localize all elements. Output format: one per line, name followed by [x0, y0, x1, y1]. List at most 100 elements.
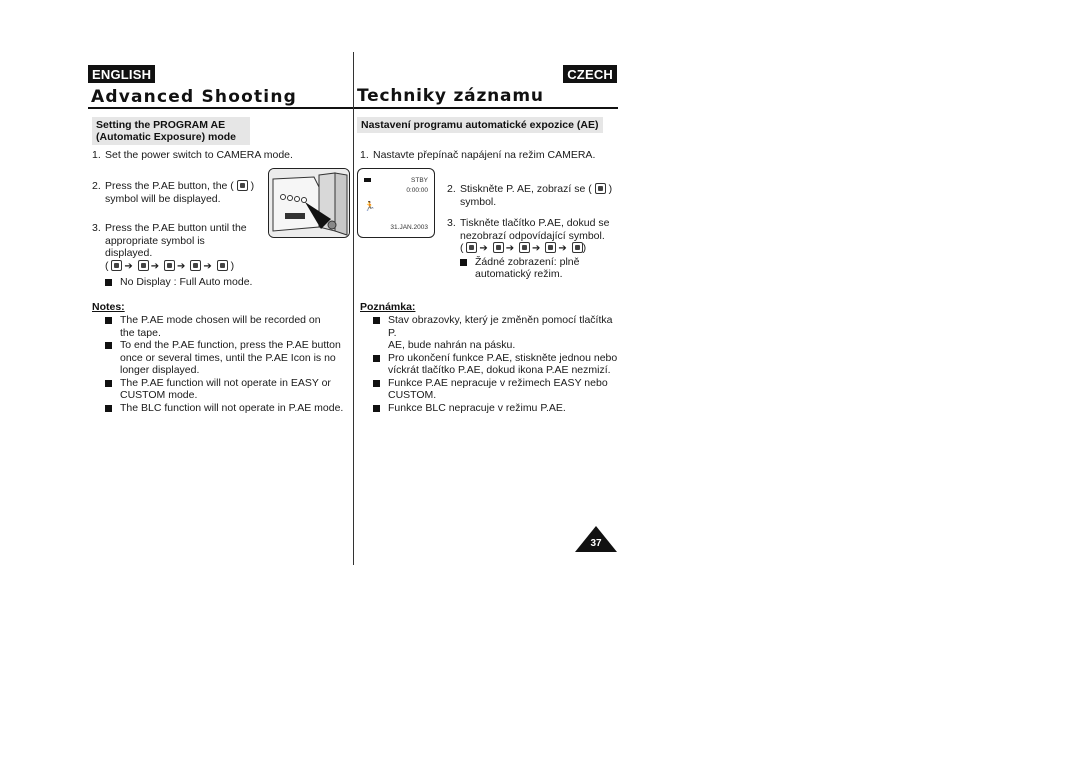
sports-mode-icon [236, 180, 248, 191]
bullet-text: automatický režim. [475, 268, 563, 280]
note-text: The P.AE mode chosen will be recorded on [120, 314, 321, 326]
page-number-marker: 37 [575, 526, 617, 552]
sand-snow-mode-icon [545, 242, 557, 253]
arrow-icon: ➔ [532, 243, 541, 254]
lcd-date: 31.JAN.2003 [390, 224, 428, 231]
arrow-icon: ➔ [124, 261, 133, 272]
sports-mode-icon [466, 242, 478, 253]
step-text: symbol. [460, 195, 497, 208]
paren-close: ) [230, 260, 235, 272]
note-text: The P.AE function will not operate in EA… [120, 376, 331, 389]
step-text: ) [250, 180, 255, 192]
step-text: nezobrazí odpovídající symbol. [460, 229, 605, 242]
note-item: Pro ukončení funkce P.AE, stiskněte jedn… [373, 352, 623, 377]
note-text: víckrát tlačítko P.AE, dokud ikona P.AE … [388, 364, 611, 376]
arrow-icon: ➔ [177, 261, 186, 272]
bullet-icon [105, 404, 112, 412]
step-number: 3. [447, 217, 456, 229]
step-number: 1. [360, 149, 369, 161]
bullet-icon [460, 258, 467, 266]
step-text: Press the P.AE button, the ( [105, 180, 234, 192]
notes-list-czech: Stav obrazovky, který je změněn pomocí t… [373, 314, 623, 414]
paren-open: ( [460, 242, 464, 254]
note-text: Stav obrazovky, který je změněn pomocí t… [388, 314, 613, 339]
paren-open: ( [105, 260, 109, 272]
note-text: the tape. [120, 326, 161, 339]
note-text: Funkce BLC nepracuje v režimu P.AE. [388, 401, 566, 414]
step-text: Nastavte přepínač napájení na režim CAME… [373, 149, 596, 161]
bullet-text: Žádné zobrazení: plně [475, 255, 580, 268]
note-text: Pro ukončení funkce P.AE, stiskněte jedn… [388, 351, 618, 364]
step-text: Tiskněte tlačítko P.AE, dokud se [460, 217, 610, 229]
step-text: Press the P.AE button until the [105, 222, 247, 234]
note-item: The BLC function will not operate in P.A… [105, 402, 350, 415]
step-text: symbol will be displayed. [105, 192, 221, 205]
sports-mode-icon: 🏃 [364, 201, 376, 211]
notes-heading-english: Notes: [92, 301, 125, 313]
battery-icon [364, 178, 371, 182]
pae-sequence-czech: ( ➔ ➔ ➔ ➔ ) [460, 242, 609, 256]
language-badge-czech: CZECH [563, 65, 617, 83]
arrow-icon: ➔ [150, 261, 160, 272]
bullet-icon [373, 404, 380, 412]
spotlight-mode-icon [164, 260, 176, 271]
step-number: 1. [92, 149, 101, 161]
spotlight-mode-icon [519, 242, 531, 253]
column-divider [353, 52, 354, 565]
page-number: 37 [590, 538, 602, 549]
note-text: To end the P.AE function, press the P.AE… [120, 339, 341, 351]
step-3-czech: 3. Tiskněte tlačítko P.AE, dokud se nezo… [447, 217, 622, 281]
note-item: The P.AE mode chosen will be recorded on… [105, 314, 350, 339]
lcd-timecode: 0:00:00 [406, 187, 428, 194]
lcd-screen: STBY 0:00:00 🏃 31.JAN.2003 [357, 168, 435, 238]
notes-list-english: The P.AE mode chosen will be recorded on… [105, 314, 350, 414]
note-text: AE, bude nahrán na pásku. [388, 339, 516, 351]
bullet-text: No Display : Full Auto mode. [120, 276, 253, 288]
bullet-icon [105, 317, 112, 324]
step-3-english: 3. Press the P.AE button until the appro… [92, 222, 262, 260]
page-title-english: Advanced Shooting [91, 87, 298, 107]
step-text: ) [608, 183, 613, 195]
bullet-icon [373, 379, 380, 387]
step-text: appropriate symbol is [105, 234, 205, 247]
note-text: CUSTOM. [388, 389, 437, 401]
step-1-english: 1. Set the power switch to CAMERA mode. [92, 149, 352, 162]
step-text: displayed. [105, 247, 153, 259]
bullet-icon [105, 279, 112, 286]
section-heading-czech: Nastavení programu automatické expozice … [357, 117, 603, 133]
step-2-english: 2. Press the P.AE button, the ( ) symbol… [92, 180, 262, 205]
step-2-czech: 2. Stiskněte P. AE, zobrazí se ( ) symbo… [447, 183, 622, 208]
notes-heading-czech: Poznámka: [360, 301, 416, 313]
bullet-icon [373, 354, 380, 362]
note-item: To end the P.AE function, press the P.AE… [105, 339, 350, 377]
note-item: Stav obrazovky, který je změněn pomocí t… [373, 314, 623, 352]
arrow-icon: ➔ [203, 261, 212, 272]
note-text: once or several times, until the P.AE Ic… [120, 351, 336, 364]
lcd-status: STBY [411, 177, 428, 184]
portrait-mode-icon [137, 260, 149, 271]
no-display-note-english: No Display : Full Auto mode. [105, 276, 252, 289]
portrait-mode-icon [492, 242, 504, 253]
sand-snow-mode-icon [190, 260, 202, 271]
bullet-icon [373, 317, 380, 324]
note-item: The P.AE function will not operate in EA… [105, 377, 350, 402]
note-text: CUSTOM mode. [120, 389, 198, 401]
camcorder-icon [269, 169, 349, 237]
step-1-czech: 1. Nastavte přepínač napájení na režim C… [360, 149, 620, 162]
note-text: longer displayed. [120, 364, 200, 376]
note-text: The BLC function will not operate in P.A… [120, 401, 344, 414]
camera-illustration [268, 168, 350, 238]
step-text: Set the power switch to CAMERA mode. [105, 149, 293, 161]
pae-sequence-english: ( ➔ ➔ ➔ ➔ ) [105, 260, 234, 274]
note-item: Funkce BLC nepracuje v režimu P.AE. [373, 402, 623, 415]
step-number: 2. [92, 180, 101, 192]
step-number: 3. [92, 222, 101, 234]
no-display-note-czech: Žádné zobrazení: plně automatický režim. [460, 256, 609, 281]
sports-mode-icon [111, 260, 123, 271]
section-heading-english: Setting the PROGRAM AE (Automatic Exposu… [92, 117, 250, 145]
step-text: Stiskněte P. AE, zobrazí se ( [460, 183, 592, 195]
arrow-icon: ➔ [558, 243, 567, 254]
section-heading-line2: (Automatic Exposure) mode [96, 131, 237, 143]
arrow-icon: ➔ [479, 243, 488, 254]
section-heading-line1: Setting the PROGRAM AE [96, 119, 226, 131]
